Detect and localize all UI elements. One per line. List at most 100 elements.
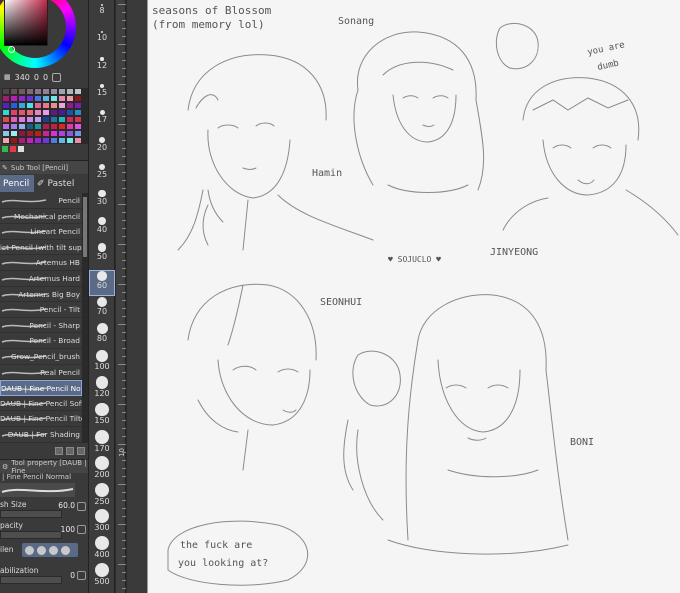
brush-item[interactable]: DAUB | For Shading [0,427,82,443]
brush-item[interactable]: Mechanical pencil [0,209,82,225]
palette-swatch[interactable] [66,116,74,123]
palette-swatch[interactable] [26,123,34,130]
opacity-value[interactable]: 100 [61,525,75,534]
brush-size-preset[interactable]: 8 [89,4,115,30]
brush-size-preset[interactable]: 120 [89,376,115,402]
brush-size-preset[interactable]: 30 [89,190,115,216]
palette-swatch[interactable] [42,123,50,130]
palette-swatch[interactable] [2,130,10,137]
brush-size-preset[interactable]: 25 [89,163,115,190]
palette-swatch[interactable] [50,88,58,95]
brush-item[interactable]: ict Pencil (with tilt support) [0,240,82,256]
palette-swatch[interactable] [18,116,26,123]
palette-swatch[interactable] [74,130,82,137]
tab-pencil[interactable]: Pencil [0,175,34,192]
palette-scrollbar[interactable] [82,88,88,144]
brush-item[interactable]: Lineart Pencil [0,224,82,240]
brush-item[interactable]: Pencil - Broad [0,333,82,349]
opacity-dynamics-icon[interactable] [77,525,86,534]
palette-swatch[interactable] [50,116,58,123]
palette-swatch[interactable] [74,102,82,109]
palette-swatch[interactable] [42,137,50,144]
palette-swatch[interactable] [34,88,42,95]
palette-swatch[interactable] [10,109,18,116]
new-subtool-icon[interactable] [66,447,74,455]
palette-swatch[interactable] [2,109,10,116]
palette-swatch[interactable] [58,137,66,144]
palette-swatch[interactable] [10,102,18,109]
palette-swatch[interactable] [58,88,66,95]
saturation-value[interactable]: 0 [34,73,39,82]
palette-swatch[interactable] [10,130,18,137]
palette-swatch[interactable] [34,102,42,109]
opacity-slider[interactable] [0,531,62,539]
brush-size-preset[interactable]: 200 [89,456,115,482]
palette-swatch[interactable] [42,116,50,123]
palette-swatch[interactable] [26,116,34,123]
blend-dot-3[interactable] [49,545,58,555]
palette-swatch[interactable] [2,137,10,144]
palette-swatch[interactable] [58,102,66,109]
blend-dot-2[interactable] [37,545,46,555]
palette-swatch[interactable] [74,95,82,102]
brush-list-scroll-thumb[interactable] [83,197,87,257]
palette-swatch[interactable] [50,109,58,116]
palette-swatch[interactable] [74,137,82,144]
copy-subtool-icon[interactable] [55,447,63,455]
brush-item[interactable]: Artemus Hard [0,271,82,287]
color-palette[interactable] [2,88,82,144]
brightness-value[interactable]: 0 [43,73,48,82]
brush-size-slider[interactable] [0,510,62,518]
brush-item[interactable]: Pencil - Sharp [0,318,82,334]
brush-size-preset[interactable]: 400 [89,536,115,562]
palette-swatch[interactable] [2,123,10,130]
palette-swatch[interactable] [26,102,34,109]
palette-swatch[interactable] [10,123,18,130]
brush-size-value[interactable]: 60.0 [58,501,75,510]
sub-color-indicator[interactable] [10,146,16,152]
palette-swatch[interactable] [18,123,26,130]
transparent-color-indicator[interactable] [18,146,24,152]
palette-swatch[interactable] [18,109,26,116]
palette-swatch[interactable] [26,137,34,144]
color-picker-cursor[interactable] [8,46,15,53]
brush-size-preset[interactable]: 40 [89,216,115,243]
palette-swatch[interactable] [26,109,34,116]
palette-swatch[interactable] [66,95,74,102]
palette-swatch[interactable] [2,102,10,109]
palette-swatch[interactable] [42,109,50,116]
palette-swatch[interactable] [66,102,74,109]
brush-size-dynamics-icon[interactable] [77,502,86,511]
palette-swatch[interactable] [10,137,18,144]
stabilization-dynamics-icon[interactable] [77,571,86,580]
palette-swatch[interactable] [74,123,82,130]
palette-swatch[interactable] [42,95,50,102]
brush-size-preset[interactable]: 20 [89,137,115,163]
brush-size-preset[interactable]: 500 [89,562,115,589]
brush-item[interactable]: Pencil - Tilt [0,302,82,318]
palette-swatch[interactable] [10,95,18,102]
blend-dot-4[interactable] [61,545,70,555]
delete-subtool-icon[interactable] [77,447,85,455]
palette-swatch[interactable] [18,102,26,109]
palette-swatch[interactable] [34,95,42,102]
palette-swatch[interactable] [34,137,42,144]
palette-swatch[interactable] [66,88,74,95]
palette-swatch[interactable] [26,88,34,95]
palette-swatch[interactable] [66,109,74,116]
brush-size-preset[interactable]: 300 [89,509,115,535]
palette-swatch[interactable] [42,102,50,109]
palette-swatch[interactable] [50,137,58,144]
brush-list-scrollbar[interactable] [82,193,88,443]
brush-size-preset[interactable]: 10 [89,30,115,57]
palette-swatch[interactable] [66,130,74,137]
palette-swatch[interactable] [42,88,50,95]
palette-swatch[interactable] [66,137,74,144]
stabilization-slider[interactable] [0,576,62,584]
brush-size-preset[interactable]: 150 [89,403,115,429]
palette-swatch[interactable] [10,116,18,123]
palette-swatch[interactable] [18,88,26,95]
brush-size-preset[interactable]: 100 [89,349,115,376]
palette-swatch[interactable] [34,109,42,116]
palette-swatch[interactable] [74,116,82,123]
